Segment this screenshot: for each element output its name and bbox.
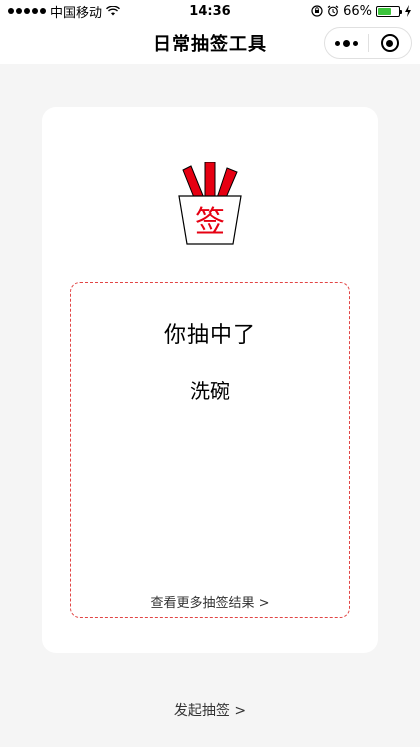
status-time: 14:36: [189, 3, 231, 19]
signal-icon: [8, 8, 46, 14]
wifi-icon: [106, 6, 120, 16]
carrier-label: 中国移动: [50, 5, 103, 21]
result-box: 你抽中了 洗碗 查看更多抽签结果 >: [70, 282, 350, 618]
status-bar: 中国移动 14:36 66%: [0, 0, 420, 22]
charging-icon: [405, 5, 411, 17]
cup-label: 签: [195, 205, 225, 240]
more-button[interactable]: [325, 28, 368, 58]
battery-percent: 66%: [343, 3, 372, 19]
alarm-icon: [327, 5, 339, 17]
battery-icon: [376, 5, 402, 17]
start-lottery-link[interactable]: 发起抽签 >: [0, 700, 420, 720]
orientation-lock-icon: [311, 5, 323, 17]
close-button[interactable]: [369, 28, 412, 58]
lottery-card: 签 你抽中了 洗碗 查看更多抽签结果 >: [42, 107, 378, 653]
mini-program-capsule: [324, 27, 412, 59]
more-dots-icon: [334, 39, 358, 47]
lottery-cup-icon: 签: [178, 162, 242, 245]
page-title: 日常抽签工具: [153, 34, 267, 55]
more-results-link[interactable]: 查看更多抽签结果 >: [71, 592, 349, 611]
result-value: 洗碗: [190, 379, 230, 403]
status-left: 中国移动: [8, 2, 120, 21]
target-circle-icon: [380, 34, 399, 52]
status-right: 66%: [311, 4, 412, 19]
nav-bar: 日常抽签工具: [0, 22, 420, 64]
result-heading: 你抽中了: [163, 323, 256, 348]
